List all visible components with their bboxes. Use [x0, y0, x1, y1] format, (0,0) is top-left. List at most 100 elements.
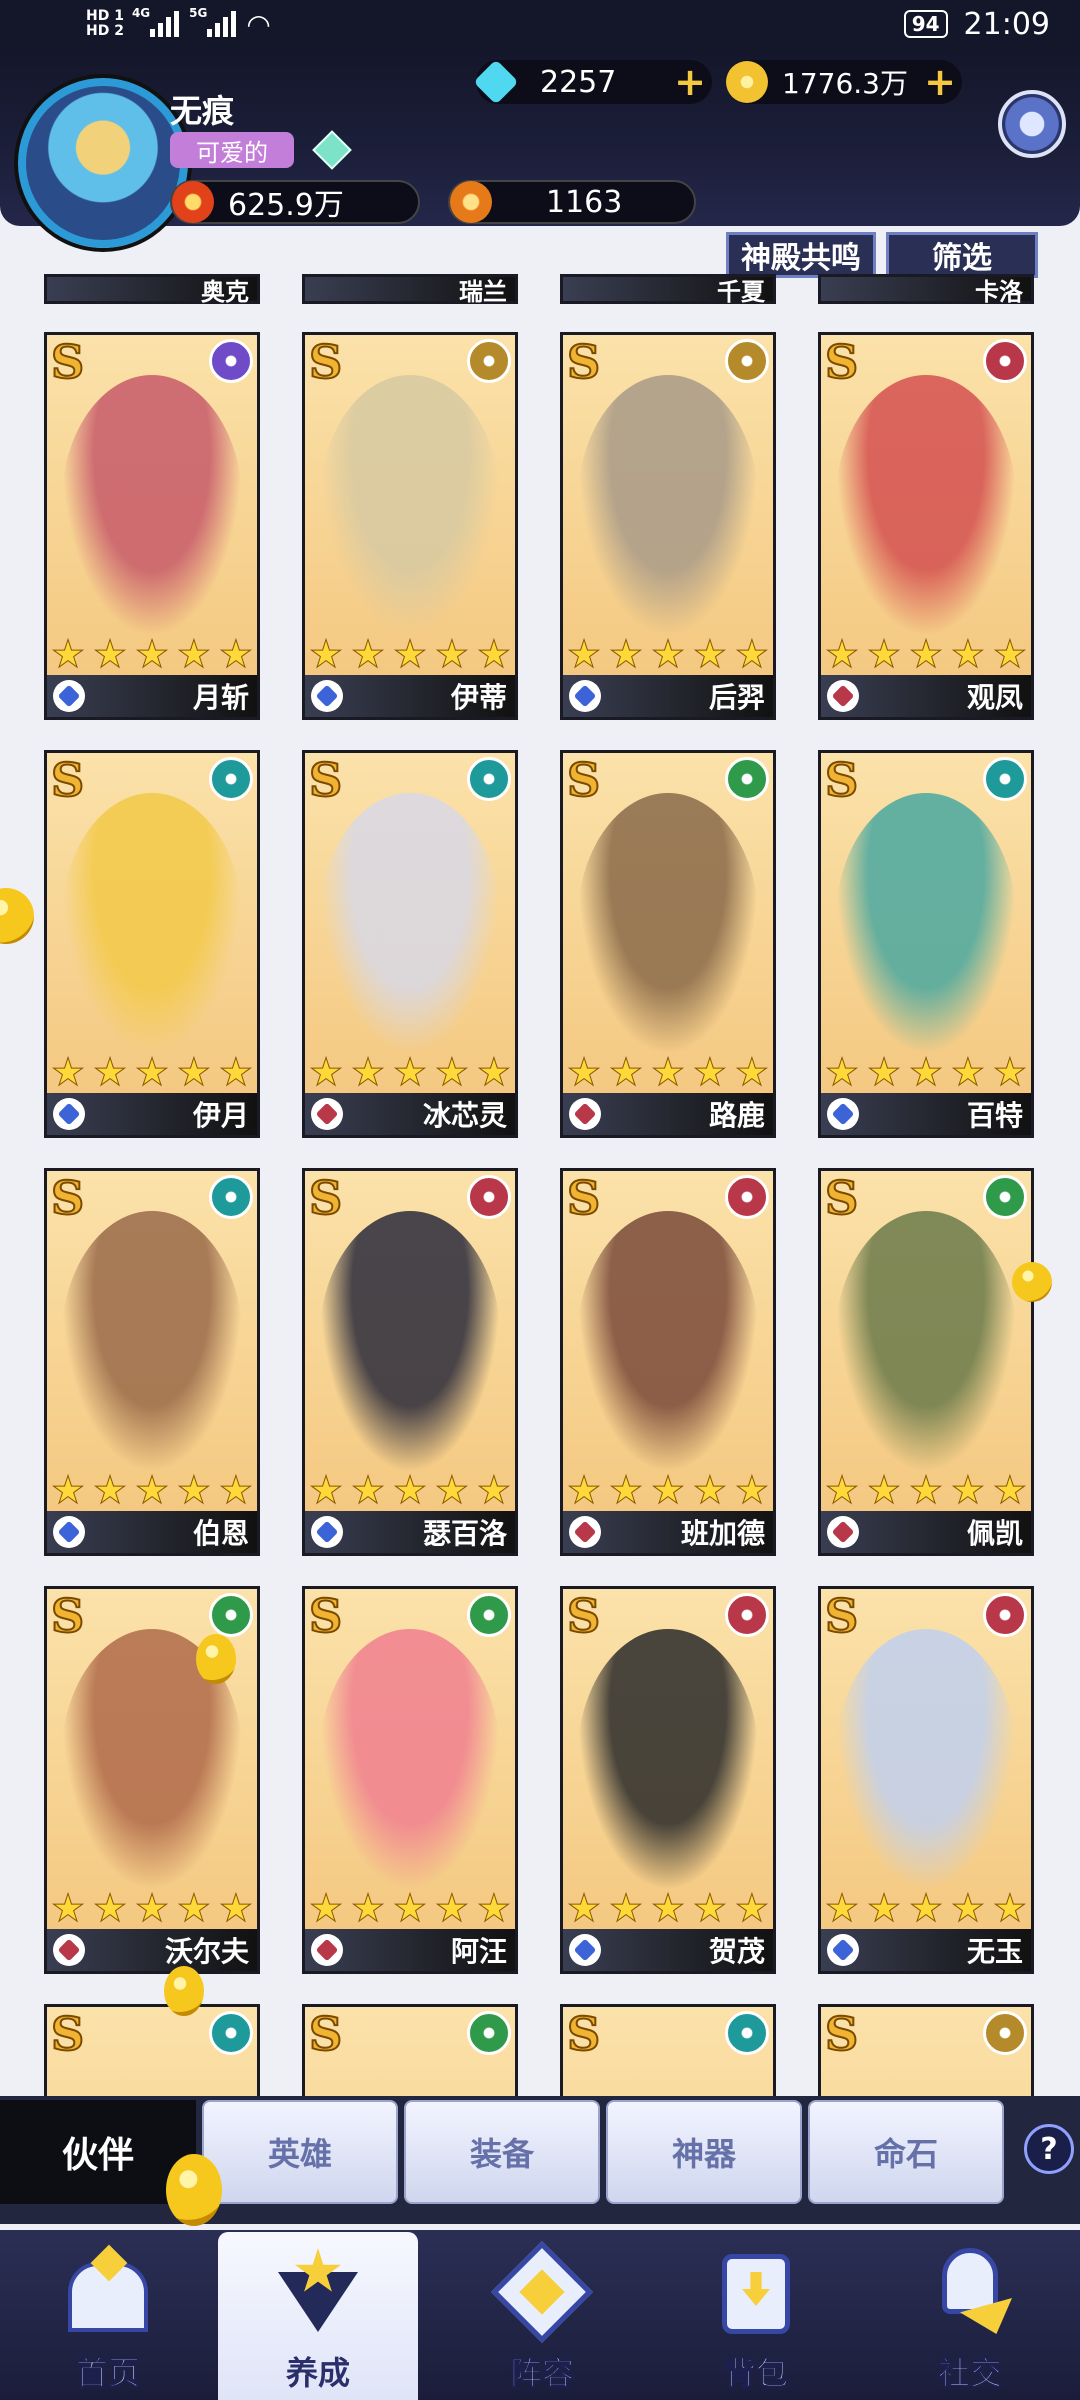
- star-icon: ★: [434, 1468, 469, 1512]
- rank-badge: S: [308, 335, 343, 390]
- hero-card[interactable]: S ★ ★ ★ ★ ★ 伊蒂: [302, 332, 518, 720]
- hero-card[interactable]: S ★ ★ ★ ★ ★ 贺茂: [560, 1586, 776, 1974]
- star-icon: ★: [908, 1886, 944, 1930]
- nav-backpack[interactable]: 背包: [656, 2232, 856, 2400]
- hero-card-partial[interactable]: S: [818, 2004, 1034, 2096]
- card-name: 百特: [966, 1099, 1023, 1132]
- hero-card[interactable]: S ★ ★ ★ ★ ★ 伯恩: [44, 1168, 260, 1556]
- nav-label: 首页: [75, 2354, 140, 2393]
- faction-icon: [209, 1175, 253, 1219]
- hero-card[interactable]: S ★ ★ ★ ★ ★ 瑟百洛: [302, 1168, 518, 1556]
- star-icon: ★: [92, 1886, 128, 1930]
- rank-badge: S: [50, 1171, 85, 1226]
- star-icon: ★: [350, 1886, 386, 1930]
- star-icon: ★: [392, 632, 428, 676]
- faction-icon: [467, 2011, 511, 2055]
- card-top-partial[interactable]: 卡洛: [818, 274, 1034, 306]
- star-icon: ★: [50, 1468, 86, 1512]
- star-icon: ★: [608, 1468, 644, 1512]
- nav-home[interactable]: 首页: [8, 2232, 208, 2400]
- hero-card-partial[interactable]: S: [44, 2004, 260, 2096]
- star-icon: ★: [950, 1050, 985, 1094]
- hero-card-grid[interactable]: 奥克 瑞兰 千夏 卡洛 S ★ ★ ★ ★ ★ 月斩 S ★ ★ ★ ★ ★ 伊蒂 S ★ ★ ★ ★ ★ 后羿 S ★ ★ ★…: [0, 274, 1080, 2096]
- add-diamond-icon[interactable]: +: [674, 60, 706, 104]
- star-icon: ★: [992, 1886, 1027, 1930]
- card-footer: 佩凯: [821, 1511, 1031, 1553]
- card-name: 阿汪: [450, 1935, 507, 1968]
- star-icon: ★: [734, 1886, 769, 1930]
- power-value: 625.9万: [228, 188, 344, 223]
- star-icon: ★: [824, 632, 860, 676]
- resonance-button[interactable]: 神殿共鸣: [726, 232, 876, 278]
- card-footer: 贺茂: [563, 1929, 773, 1971]
- nav-label: 社交: [937, 2354, 1002, 2393]
- star-icon: ★: [134, 1050, 170, 1094]
- hero-card-partial[interactable]: S: [560, 2004, 776, 2096]
- hero-card[interactable]: S ★ ★ ★ ★ ★ 后羿: [560, 332, 776, 720]
- class-icon: [311, 1934, 343, 1966]
- hero-card[interactable]: S ★ ★ ★ ★ ★ 月斩: [44, 332, 260, 720]
- hero-card[interactable]: S ★ ★ ★ ★ ★ 佩凯: [818, 1168, 1034, 1556]
- hero-portrait: [577, 375, 759, 637]
- diamond-counter[interactable]: 2257 +: [473, 59, 712, 105]
- title-badge[interactable]: 可爱的: [170, 132, 294, 168]
- star-rating: ★ ★ ★ ★ ★: [824, 632, 1027, 676]
- class-icon: [827, 1098, 859, 1130]
- card-footer: 无玉: [821, 1929, 1031, 1971]
- hero-card[interactable]: S ★ ★ ★ ★ ★ 百特: [818, 750, 1034, 1138]
- card-footer: 月斩: [47, 675, 257, 717]
- nav-cultivate[interactable]: 养成: [218, 2232, 418, 2400]
- star-icon: ★: [218, 1050, 253, 1094]
- star-icon: ★: [92, 1050, 128, 1094]
- settings-gear-icon[interactable]: [998, 90, 1066, 158]
- hero-card[interactable]: S ★ ★ ★ ★ ★ 路鹿: [560, 750, 776, 1138]
- star-icon: ★: [608, 1050, 644, 1094]
- star-icon: ★: [50, 1050, 86, 1094]
- nav-lineup[interactable]: 阵容: [442, 2232, 642, 2400]
- gold-coin-icon: [1012, 1262, 1052, 1302]
- nav-label: 养成: [285, 2354, 350, 2392]
- sim2-label: HD 2: [86, 23, 124, 39]
- card-top-partial[interactable]: 千夏: [560, 274, 776, 306]
- rank-badge: S: [308, 753, 343, 808]
- star-icon: ★: [692, 1886, 727, 1930]
- hero-card[interactable]: S ★ ★ ★ ★ ★ 阿汪: [302, 1586, 518, 1974]
- star-icon: ★: [308, 1050, 344, 1094]
- tab-artifacts[interactable]: 神器: [606, 2100, 802, 2204]
- star-icon: ★: [692, 1468, 727, 1512]
- card-top-partial[interactable]: 奥克: [44, 274, 260, 306]
- card-footer: 瑟百洛: [305, 1511, 515, 1553]
- tab-fate-stones[interactable]: 命石: [808, 2100, 1004, 2204]
- add-gold-icon[interactable]: +: [924, 60, 956, 104]
- hero-card[interactable]: S ★ ★ ★ ★ ★ 冰芯灵: [302, 750, 518, 1138]
- star-icon: ★: [434, 632, 469, 676]
- hero-card-partial[interactable]: S: [302, 2004, 518, 2096]
- star-icon: ★: [692, 632, 727, 676]
- card-top-partial[interactable]: 瑞兰: [302, 274, 518, 306]
- help-icon[interactable]: ?: [1024, 2124, 1074, 2174]
- nav-social[interactable]: 社交: [870, 2232, 1070, 2400]
- card-footer: 伊蒂: [305, 675, 515, 717]
- card-name: 月斩: [192, 681, 249, 714]
- star-icon: ★: [566, 1468, 602, 1512]
- hero-card[interactable]: S ★ ★ ★ ★ ★ 伊月: [44, 750, 260, 1138]
- star-rating: ★ ★ ★ ★ ★: [566, 632, 769, 676]
- gold-counter[interactable]: 1776.3万 +: [726, 60, 962, 104]
- card-name: 奥克: [201, 277, 249, 306]
- signal-icon: [207, 11, 237, 37]
- tab-equipment[interactable]: 装备: [404, 2100, 600, 2204]
- hero-card[interactable]: S ★ ★ ★ ★ ★ 无玉: [818, 1586, 1034, 1974]
- avatar[interactable]: [18, 78, 188, 248]
- rank-badge: S: [566, 1171, 601, 1226]
- gold-coin-icon: [196, 1634, 236, 1684]
- hero-portrait: [61, 793, 243, 1055]
- star-icon: ★: [908, 632, 944, 676]
- hero-card[interactable]: S ★ ★ ★ ★ ★ 班加德: [560, 1168, 776, 1556]
- sim1-label: HD 1: [86, 8, 124, 24]
- tab-heroes[interactable]: 英雄: [202, 2100, 398, 2204]
- hero-portrait: [61, 375, 243, 637]
- net-type-2: 5G: [189, 6, 208, 20]
- hero-card[interactable]: S ★ ★ ★ ★ ★ 观凤: [818, 332, 1034, 720]
- filter-button[interactable]: 筛选: [886, 232, 1038, 278]
- star-rating: ★ ★ ★ ★ ★: [566, 1050, 769, 1094]
